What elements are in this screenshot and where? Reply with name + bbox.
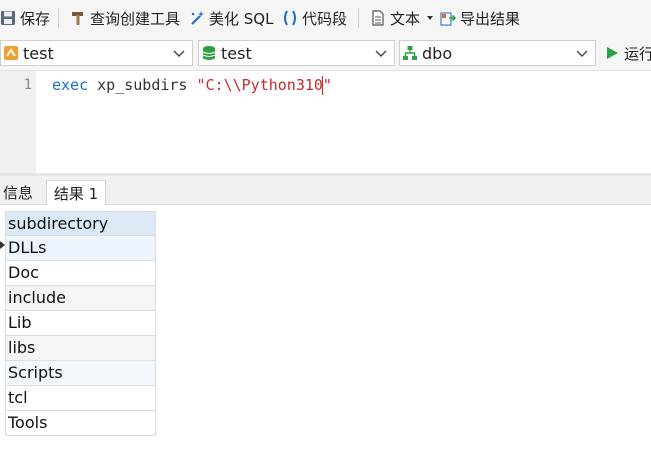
beautify-sql-label: 美化 SQL (209, 9, 274, 28)
table-row[interactable]: Scripts (5, 361, 156, 386)
schema-icon (403, 46, 417, 60)
dropdown-arrow-icon (427, 16, 434, 20)
table-row[interactable]: Lib (5, 311, 156, 336)
magic-wand-icon (191, 11, 204, 25)
text-output-button[interactable]: 文本 (370, 6, 434, 30)
save-icon (1, 11, 15, 25)
connection-selector-bar: test test dbo 运行 (0, 36, 651, 71)
connection-icon (4, 46, 18, 60)
code-line[interactable]: exec xp_subdirs "C:\\Python310" (52, 76, 332, 94)
table-row[interactable]: include (5, 286, 156, 311)
line-number: 1 (23, 77, 32, 93)
string-literal: "C:\\Python310" (196, 76, 332, 94)
code-snippet-button[interactable]: 代码段 (282, 6, 347, 30)
chevron-down-icon (576, 50, 588, 57)
export-icon (440, 12, 456, 26)
run-button[interactable]: 运行 (604, 40, 651, 66)
export-results-label: 导出结果 (460, 9, 521, 28)
schema-value: dbo (422, 43, 453, 63)
result-tabs-bar: 信息 结果 1 (0, 173, 651, 205)
code-snippet-label: 代码段 (302, 9, 348, 28)
database-icon (202, 46, 216, 60)
hammer-icon (72, 12, 83, 25)
chevron-down-icon (173, 50, 185, 57)
connection-select[interactable]: test (0, 40, 193, 66)
table-row[interactable]: Tools (5, 411, 156, 436)
table-row[interactable]: Doc (5, 261, 156, 286)
document-icon (372, 10, 384, 26)
database-select[interactable]: test (198, 40, 395, 66)
beautify-sql-button[interactable]: 美化 SQL (189, 6, 273, 30)
run-label: 运行 (624, 44, 651, 63)
sql-keyword: exec (52, 76, 89, 94)
toolbar-divider (58, 8, 59, 28)
table-row[interactable]: tcl (5, 386, 156, 411)
tab-result-1[interactable]: 结果 1 (46, 180, 106, 205)
chevron-down-icon (375, 50, 387, 57)
tab-info-label: 信息 (2, 183, 33, 202)
procedure-name: xp_subdirs (88, 76, 197, 94)
parentheses-icon (284, 10, 296, 26)
database-value: test (221, 43, 252, 63)
sql-editor[interactable]: 1 exec xp_subdirs "C:\\Python310" (0, 71, 651, 173)
connection-value: test (23, 43, 54, 63)
export-results-button[interactable]: 导出结果 (440, 6, 520, 30)
tab-info[interactable]: 信息 (0, 180, 36, 204)
table-row[interactable]: libs (5, 336, 156, 361)
table-row[interactable]: DLLs (5, 236, 156, 261)
query-builder-label: 查询创建工具 (90, 9, 181, 28)
save-button[interactable]: 保存 (0, 6, 50, 30)
play-icon (607, 47, 618, 59)
schema-select[interactable]: dbo (399, 40, 596, 66)
tab-result-label: 结果 1 (53, 184, 99, 203)
main-toolbar: 保存 查询创建工具 美化 SQL 代码段 文本 导出结果 (0, 0, 651, 37)
column-header-subdirectory[interactable]: subdirectory (5, 211, 156, 236)
save-label: 保存 (20, 9, 51, 28)
toolbar-divider (358, 8, 359, 28)
text-output-label: 文本 (390, 9, 421, 28)
query-builder-button[interactable]: 查询创建工具 (70, 6, 180, 30)
text-cursor (322, 76, 323, 95)
